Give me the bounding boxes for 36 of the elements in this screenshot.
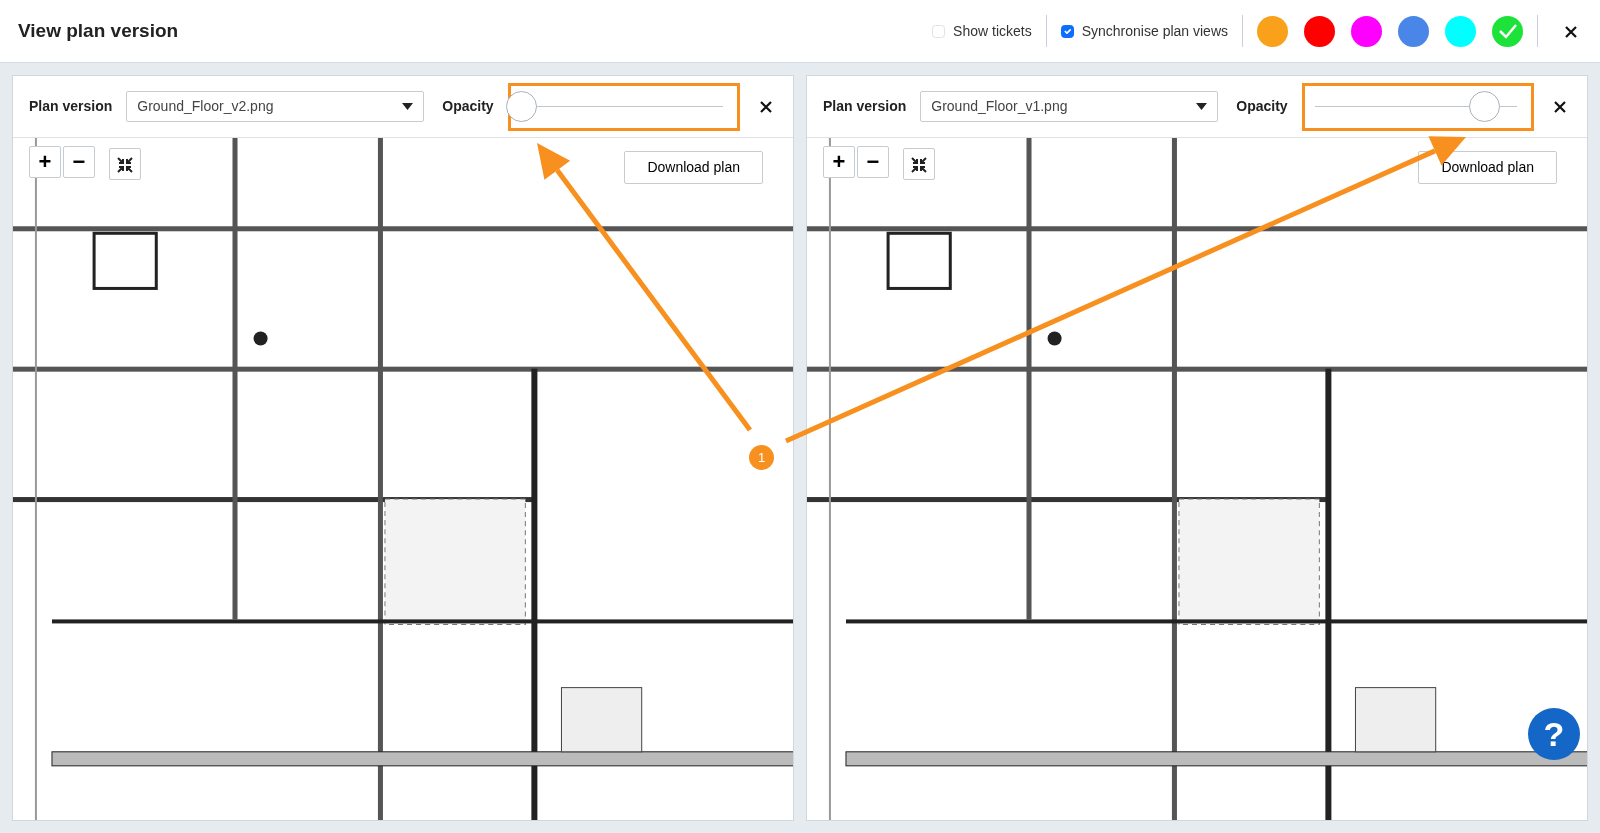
caret-icon [402,103,414,110]
checkbox-label[interactable]: Synchronise plan views [1081,20,1228,42]
zoom-in-button[interactable]: + [29,146,61,178]
plan-version-dropdown[interactable]: Ground_Floor_v2.png [126,91,425,122]
check-icon [1497,23,1518,39]
color-swatch[interactable] [1351,15,1382,47]
checkbox-label[interactable]: Show tickets [953,20,1032,42]
opacity-slider[interactable] [1301,82,1534,131]
color-swatch[interactable] [1398,15,1429,47]
zoom-out-button[interactable]: − [63,146,95,178]
color-swatch[interactable] [1492,15,1523,47]
download-plan-button[interactable]: Download plan [1418,151,1557,184]
fit-view-button[interactable] [903,148,935,180]
collapse-icon [116,156,134,175]
color-swatch[interactable] [1445,15,1476,47]
zoom-in-button[interactable]: + [823,146,855,178]
slider-thumb[interactable] [505,91,537,122]
close-icon [1553,100,1567,115]
close-icon [759,100,773,115]
collapse-icon [910,156,928,175]
opacity-label: Opacity [442,97,494,116]
caret-icon [1196,103,1208,110]
slider-thumb[interactable] [1469,91,1501,122]
fit-view-button[interactable] [109,148,141,180]
color-swatch[interactable] [1257,15,1288,47]
opacity-label: Opacity [1236,97,1288,116]
window-title: View plan version [18,18,179,43]
close-icon [1564,24,1578,39]
color-swatch[interactable] [1304,15,1335,47]
download-plan-button[interactable]: Download plan [624,151,763,184]
opacity-slider[interactable] [507,82,740,131]
plan-version-label: Plan version [823,97,907,116]
plan-version-label: Plan version [29,97,113,116]
plan-version-dropdown[interactable]: Ground_Floor_v1.png [920,91,1219,122]
checkbox[interactable] [1060,24,1074,38]
zoom-out-button[interactable]: − [857,146,889,178]
